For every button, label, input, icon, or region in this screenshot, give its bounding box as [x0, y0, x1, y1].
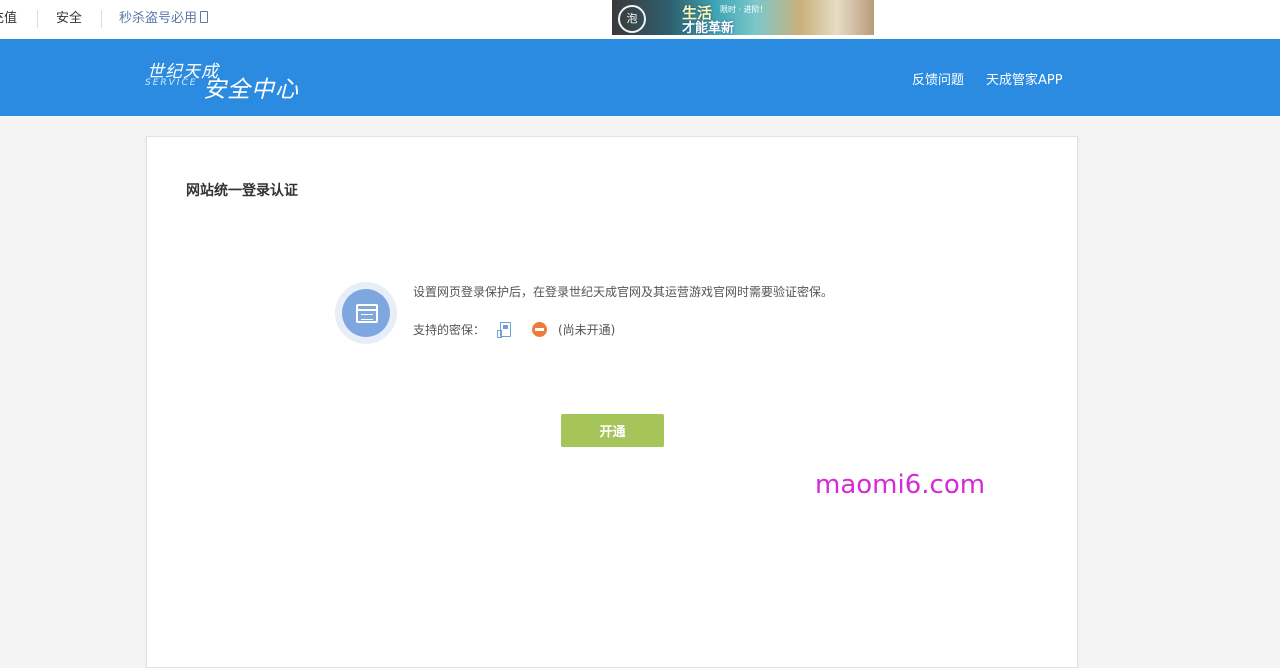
anti-theft-promo-label: 秒杀盗号必用	[119, 11, 198, 26]
main-card: 网站统一登录认证 设置网页登录保护后，在登录世纪天成官网及其运营游戏官网时需要验…	[146, 136, 1078, 668]
recharge-link[interactable]: 充值	[0, 10, 17, 28]
feature-description: 设置网页登录保护后，在登录世纪天成官网及其运营游戏官网时需要验证密保。	[413, 285, 834, 299]
logo-title: 安全中心	[203, 77, 299, 103]
banner-seal-logo: 泡	[618, 5, 646, 33]
status-text: (尚未开通)	[558, 323, 616, 337]
supported-protection-label: 支持的密保：	[413, 323, 486, 337]
enable-button[interactable]: 开通	[561, 414, 664, 447]
banner-subline: 才能革新	[682, 21, 735, 35]
nav-app[interactable]: 天成管家APP	[986, 69, 1063, 88]
phone-icon	[200, 11, 209, 23]
security-center-logo[interactable]: 世纪天成 SERVICE 安全中心	[145, 57, 315, 103]
site-header: 世纪天成 SERVICE 安全中心 反馈问题 天成管家APP	[0, 39, 1280, 116]
browser-window-icon	[335, 282, 397, 344]
ad-banner[interactable]: 泡 生活 限时 · 进阶！ 才能革新	[612, 0, 874, 35]
banner-badge: 限时 · 进阶！	[720, 5, 768, 14]
divider	[101, 10, 102, 28]
nav-feedback[interactable]: 反馈问题	[912, 69, 964, 88]
logo-english: SERVICE	[145, 78, 198, 88]
top-bar: 充值 安全 秒杀盗号必用 泡 生活 限时 · 进阶！ 才能革新	[0, 0, 1280, 39]
divider	[37, 10, 38, 28]
mobile-token-icon	[497, 322, 511, 338]
not-enabled-icon	[532, 322, 547, 337]
anti-theft-promo-link[interactable]: 秒杀盗号必用	[119, 10, 209, 28]
security-link[interactable]: 安全	[56, 10, 82, 28]
page-title: 网站统一登录认证	[186, 183, 298, 199]
watermark-text: maomi6.com	[815, 470, 986, 500]
